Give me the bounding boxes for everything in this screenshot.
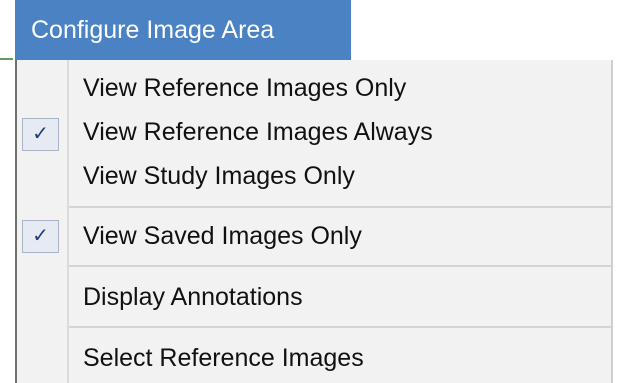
menu-item-select-reference-images[interactable]: Select Reference Images [69,338,611,378]
menu-item-display-annotations[interactable]: Display Annotations [69,277,611,317]
window-edge-mark [0,58,13,60]
menu-item-view-reference-images-only[interactable]: View Reference Images Only [69,68,611,108]
check-icon: ✓ [22,118,59,151]
menu-item-view-reference-images-always[interactable]: View Reference Images Always [69,112,611,152]
context-menu: View Reference Images Only ✓ View Refere… [15,60,613,383]
menu-separator [69,265,611,267]
menu-item-view-saved-images-only[interactable]: View Saved Images Only [69,216,611,256]
menu-separator [69,206,611,208]
menu-title[interactable]: Configure Image Area [15,0,351,60]
menu-separator [69,326,611,328]
menu-item-view-study-images-only[interactable]: View Study Images Only [69,156,611,196]
check-icon: ✓ [22,220,59,253]
